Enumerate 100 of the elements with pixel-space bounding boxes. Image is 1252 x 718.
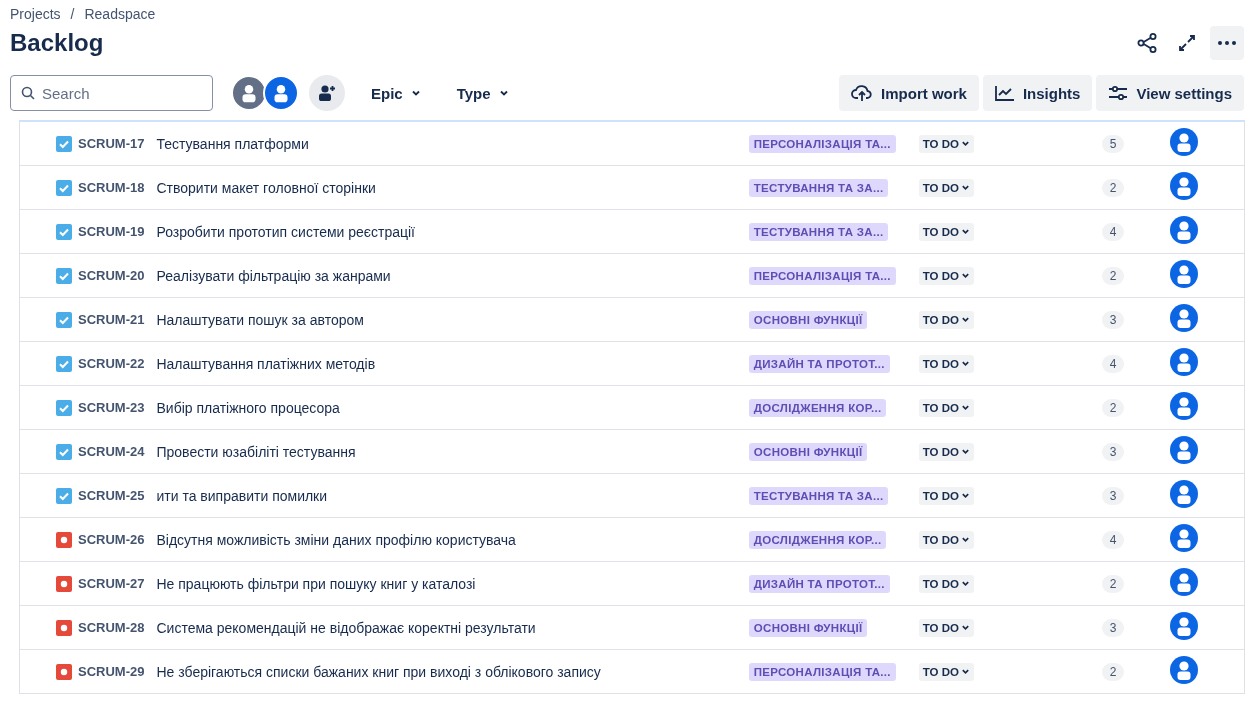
issue-summary: Розробити прототип системи реєстрації <box>156 223 416 240</box>
checkbox-icon <box>56 399 72 416</box>
assignee-avatar[interactable] <box>1170 215 1198 244</box>
status-dropdown[interactable]: TO DO <box>918 574 974 593</box>
assignee-avatar[interactable] <box>1170 655 1198 684</box>
issue-summary: Система рекомендацій не відображає коректні результати <box>156 619 537 636</box>
story-points: 3 <box>1102 442 1124 461</box>
chevron-down-icon <box>961 403 970 412</box>
cloud-upload-icon <box>851 84 874 102</box>
chevron-down-icon <box>961 359 970 368</box>
story-points: 2 <box>1102 662 1124 681</box>
checkbox-icon <box>56 179 72 196</box>
assignee-avatar[interactable] <box>1170 523 1198 552</box>
checkbox-icon <box>56 443 72 460</box>
breadcrumb-link[interactable]: Readspace <box>84 6 156 22</box>
status-dropdown[interactable]: TO DO <box>918 134 974 153</box>
story-points: 4 <box>1102 354 1124 373</box>
issue-summary: Не зберігаються списки бажаних книг при виході з облікового запису <box>156 663 602 680</box>
issue-key[interactable]: SCRUM-28 <box>78 620 145 635</box>
status-dropdown[interactable]: TO DO <box>918 486 974 505</box>
chevron-down-icon <box>961 315 970 324</box>
person-add-icon <box>317 84 337 102</box>
issue-key[interactable]: SCRUM-18 <box>78 180 145 195</box>
assignee-avatar[interactable] <box>1170 391 1198 420</box>
story-points: 3 <box>1102 618 1124 637</box>
issue-key[interactable]: SCRUM-26 <box>78 532 145 547</box>
filter-dropdown[interactable]: Type <box>446 78 519 108</box>
chevron-down-icon <box>961 183 970 192</box>
status-dropdown[interactable]: TO DO <box>918 222 974 241</box>
assignee-avatar[interactable] <box>1170 127 1198 156</box>
expand-icon <box>1177 33 1197 53</box>
issue-key[interactable]: SCRUM-23 <box>78 400 145 415</box>
issue-key[interactable]: SCRUM-25 <box>78 488 145 503</box>
epic-tag: ДОСЛІДЖЕННЯ КОР... <box>748 398 887 417</box>
epic-tag: ДИЗАЙН ТА ПРОТОТ... <box>748 574 890 593</box>
assignee-avatar[interactable] <box>1170 171 1198 200</box>
checkbox-icon <box>56 135 72 152</box>
issue-key[interactable]: SCRUM-21 <box>78 312 145 327</box>
issue-key[interactable]: SCRUM-20 <box>78 268 145 283</box>
status-dropdown[interactable]: TO DO <box>918 266 974 285</box>
issue-summary: Вибір платіжного процесора <box>156 399 341 416</box>
story-points: 2 <box>1102 178 1124 197</box>
epic-tag: ПЕРСОНАЛІЗАЦІЯ ТА... <box>748 134 896 153</box>
more-button[interactable] <box>1210 26 1244 60</box>
breadcrumb-separator: / <box>70 6 75 22</box>
add-people-button[interactable] <box>309 75 345 111</box>
chevron-down-icon <box>961 535 970 544</box>
epic-tag: ДИЗАЙН ТА ПРОТОТ... <box>748 354 890 373</box>
chevron-down-icon <box>961 227 970 236</box>
issue-key[interactable]: SCRUM-24 <box>78 444 145 459</box>
checkbox-icon <box>56 223 72 240</box>
assignee-avatar[interactable] <box>1170 435 1198 464</box>
status-dropdown[interactable]: TO DO <box>918 354 974 373</box>
issue-key[interactable]: SCRUM-27 <box>78 576 145 591</box>
issue-key[interactable]: SCRUM-19 <box>78 224 145 239</box>
issue-key[interactable]: SCRUM-22 <box>78 356 145 371</box>
status-dropdown[interactable]: TO DO <box>918 310 974 329</box>
story-points: 4 <box>1102 222 1124 241</box>
toolbar-button[interactable]: Insights <box>982 75 1093 111</box>
issue-key[interactable]: SCRUM-29 <box>78 664 145 679</box>
issue-summary: Тестування платформи <box>156 135 310 152</box>
chevron-down-icon <box>961 667 970 676</box>
assignee-avatar[interactable] <box>1170 567 1198 596</box>
issue-summary: ити та виправити помилки <box>156 487 329 504</box>
filter-dropdown[interactable]: Epic <box>361 78 431 108</box>
status-dropdown[interactable]: TO DO <box>918 662 974 681</box>
checkbox-icon <box>56 311 72 328</box>
sliders-icon <box>1108 85 1129 101</box>
chevron-down-icon <box>961 623 970 632</box>
share-icon <box>1136 32 1158 54</box>
issue-summary: Налаштувати пошук за автором <box>156 311 365 328</box>
more-icon <box>1217 40 1237 46</box>
assignee-avatar[interactable] <box>1170 347 1198 376</box>
status-dropdown[interactable]: TO DO <box>918 618 974 637</box>
issue-summary: Налаштування платіжних методів <box>156 355 377 372</box>
search-field[interactable]: Search <box>10 75 213 111</box>
story-points: 3 <box>1102 310 1124 329</box>
chart-icon <box>994 85 1015 101</box>
page-title: Backlog <box>10 29 104 57</box>
toolbar-button[interactable]: Import work <box>839 75 979 111</box>
toolbar-button[interactable]: View settings <box>1096 75 1244 111</box>
assignee-avatar[interactable] <box>1170 259 1198 288</box>
status-dropdown[interactable]: TO DO <box>918 178 974 197</box>
status-dropdown[interactable]: TO DO <box>918 398 974 417</box>
chevron-down-icon <box>961 579 970 588</box>
status-dropdown[interactable]: TO DO <box>918 530 974 549</box>
assignee-avatar[interactable] <box>1170 611 1198 640</box>
checkbox-icon <box>56 267 72 284</box>
issue-key[interactable]: SCRUM-17 <box>78 136 145 151</box>
breadcrumb-link[interactable]: Projects <box>10 6 61 22</box>
status-dropdown[interactable]: TO DO <box>918 442 974 461</box>
epic-tag: ОСНОВНІ ФУНКЦІЇ <box>748 618 868 637</box>
issue-summary: Відсутня можливість зміни даних профілю користувача <box>156 531 517 548</box>
chevron-down-icon <box>961 139 970 148</box>
story-points: 2 <box>1102 398 1124 417</box>
epic-tag: ТЕСТУВАННЯ ТА ЗА... <box>748 222 889 241</box>
assignee-avatar[interactable] <box>1170 479 1198 508</box>
chevron-down-icon <box>961 271 970 280</box>
chevron-down-icon <box>410 88 421 98</box>
assignee-avatar[interactable] <box>1170 303 1198 332</box>
